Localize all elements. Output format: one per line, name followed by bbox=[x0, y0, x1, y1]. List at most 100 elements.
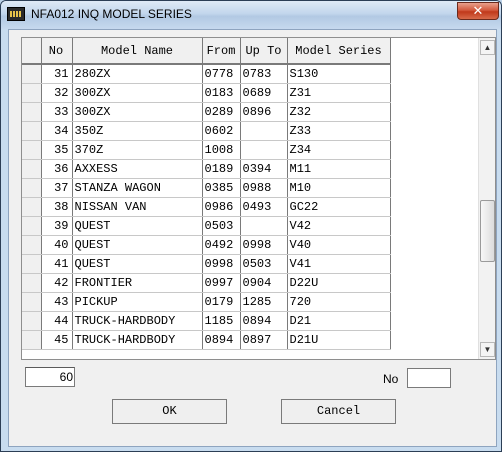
cell-no[interactable]: 32 bbox=[41, 83, 73, 103]
cell-model-name[interactable]: FRONTIER bbox=[72, 273, 203, 293]
ok-button[interactable]: OK bbox=[112, 399, 227, 424]
cell-from[interactable]: 0289 bbox=[202, 102, 241, 122]
table-row[interactable]: 45 TRUCK-HARDBODY 0894 0897 D21U bbox=[22, 330, 391, 350]
table-row[interactable]: 39 QUEST 0503 V42 bbox=[22, 216, 391, 236]
table-row[interactable]: 44 TRUCK-HARDBODY 1185 0894 D21 bbox=[22, 311, 391, 331]
row-selector[interactable] bbox=[22, 64, 42, 84]
row-selector[interactable] bbox=[22, 140, 42, 160]
row-selector[interactable] bbox=[22, 330, 42, 350]
cell-model-series[interactable]: Z34 bbox=[287, 140, 391, 160]
cell-from[interactable]: 0894 bbox=[202, 330, 241, 350]
row-selector[interactable] bbox=[22, 121, 42, 141]
cell-up-to[interactable] bbox=[240, 140, 288, 160]
no-input[interactable] bbox=[407, 368, 451, 388]
row-selector[interactable] bbox=[22, 235, 42, 255]
cell-no[interactable]: 31 bbox=[41, 64, 73, 84]
cell-up-to[interactable] bbox=[240, 216, 288, 236]
cell-from[interactable]: 0492 bbox=[202, 235, 241, 255]
cell-from[interactable]: 0183 bbox=[202, 83, 241, 103]
column-header-model-name[interactable]: Model Name bbox=[72, 38, 203, 65]
cancel-button[interactable]: Cancel bbox=[281, 399, 396, 424]
table-row[interactable]: 34 350Z 0602 Z33 bbox=[22, 121, 391, 141]
cell-from[interactable]: 1185 bbox=[202, 311, 241, 331]
cell-model-series[interactable]: Z31 bbox=[287, 83, 391, 103]
cell-no[interactable]: 45 bbox=[41, 330, 73, 350]
cell-model-name[interactable]: AXXESS bbox=[72, 159, 203, 179]
cell-no[interactable]: 41 bbox=[41, 254, 73, 274]
cell-no[interactable]: 37 bbox=[41, 178, 73, 198]
cell-model-name[interactable]: 280ZX bbox=[72, 64, 203, 84]
cell-model-name[interactable]: QUEST bbox=[72, 235, 203, 255]
cell-model-name[interactable]: 350Z bbox=[72, 121, 203, 141]
cell-model-series[interactable]: V41 bbox=[287, 254, 391, 274]
close-button[interactable]: ✕ bbox=[457, 2, 499, 20]
table-row[interactable]: 38 NISSAN VAN 0986 0493 GC22 bbox=[22, 197, 391, 217]
cell-from[interactable]: 0998 bbox=[202, 254, 241, 274]
cell-up-to[interactable]: 0493 bbox=[240, 197, 288, 217]
row-selector[interactable] bbox=[22, 159, 42, 179]
column-header-no[interactable]: No bbox=[41, 38, 73, 65]
cell-no[interactable]: 35 bbox=[41, 140, 73, 160]
scroll-down-arrow-icon[interactable]: ▼ bbox=[480, 342, 495, 357]
scroll-up-arrow-icon[interactable]: ▲ bbox=[480, 40, 495, 55]
cell-no[interactable]: 34 bbox=[41, 121, 73, 141]
cell-model-name[interactable]: QUEST bbox=[72, 216, 203, 236]
cell-model-name[interactable]: PICKUP bbox=[72, 292, 203, 312]
row-selector[interactable] bbox=[22, 83, 42, 103]
table-row[interactable]: 37 STANZA WAGON 0385 0988 M10 bbox=[22, 178, 391, 198]
cell-model-name[interactable]: 300ZX bbox=[72, 83, 203, 103]
scroll-thumb[interactable] bbox=[480, 200, 495, 262]
cell-model-series[interactable]: 720 bbox=[287, 292, 391, 312]
cell-model-name[interactable]: NISSAN VAN bbox=[72, 197, 203, 217]
cell-model-series[interactable]: M10 bbox=[287, 178, 391, 198]
cell-up-to[interactable]: 0783 bbox=[240, 64, 288, 84]
row-selector[interactable] bbox=[22, 292, 42, 312]
row-selector[interactable] bbox=[22, 273, 42, 293]
table-row[interactable]: 36 AXXESS 0189 0394 M11 bbox=[22, 159, 391, 179]
cell-up-to[interactable]: 0897 bbox=[240, 330, 288, 350]
title-bar[interactable]: NFA012 INQ MODEL SERIES ✕ bbox=[1, 1, 501, 29]
cell-up-to[interactable] bbox=[240, 121, 288, 141]
cell-from[interactable]: 0986 bbox=[202, 197, 241, 217]
cell-model-series[interactable]: D21 bbox=[287, 311, 391, 331]
row-selector[interactable] bbox=[22, 102, 42, 122]
row-selector[interactable] bbox=[22, 216, 42, 236]
cell-no[interactable]: 44 bbox=[41, 311, 73, 331]
cell-from[interactable]: 0602 bbox=[202, 121, 241, 141]
cell-no[interactable]: 43 bbox=[41, 292, 73, 312]
table-row[interactable]: 40 QUEST 0492 0998 V40 bbox=[22, 235, 391, 255]
cell-up-to[interactable]: 0689 bbox=[240, 83, 288, 103]
column-header-up-to[interactable]: Up To bbox=[240, 38, 288, 65]
cell-model-series[interactable]: V42 bbox=[287, 216, 391, 236]
column-header-model-series[interactable]: Model Series bbox=[287, 38, 391, 65]
table-row[interactable]: 42 FRONTIER 0997 0904 D22U bbox=[22, 273, 391, 293]
cell-model-name[interactable]: STANZA WAGON bbox=[72, 178, 203, 198]
cell-up-to[interactable]: 0904 bbox=[240, 273, 288, 293]
cell-no[interactable]: 42 bbox=[41, 273, 73, 293]
cell-model-name[interactable]: 370Z bbox=[72, 140, 203, 160]
cell-model-name[interactable]: TRUCK-HARDBODY bbox=[72, 330, 203, 350]
cell-model-series[interactable]: M11 bbox=[287, 159, 391, 179]
table-row[interactable]: 33 300ZX 0289 0896 Z32 bbox=[22, 102, 391, 122]
row-selector[interactable] bbox=[22, 197, 42, 217]
cell-model-name[interactable]: 300ZX bbox=[72, 102, 203, 122]
cell-model-series[interactable]: V40 bbox=[287, 235, 391, 255]
table-row[interactable]: 31 280ZX 0778 0783 S130 bbox=[22, 64, 391, 84]
row-selector[interactable] bbox=[22, 311, 42, 331]
cell-model-series[interactable]: S130 bbox=[287, 64, 391, 84]
table-row[interactable]: 35 370Z 1008 Z34 bbox=[22, 140, 391, 160]
cell-up-to[interactable]: 1285 bbox=[240, 292, 288, 312]
cell-up-to[interactable]: 0894 bbox=[240, 311, 288, 331]
cell-model-series[interactable]: D21U bbox=[287, 330, 391, 350]
row-selector[interactable] bbox=[22, 254, 42, 274]
cell-no[interactable]: 36 bbox=[41, 159, 73, 179]
cell-no[interactable]: 39 bbox=[41, 216, 73, 236]
cell-up-to[interactable]: 0896 bbox=[240, 102, 288, 122]
vertical-scrollbar[interactable]: ▲ ▼ bbox=[478, 38, 495, 359]
cell-no[interactable]: 38 bbox=[41, 197, 73, 217]
cell-from[interactable]: 0503 bbox=[202, 216, 241, 236]
cell-up-to[interactable]: 0394 bbox=[240, 159, 288, 179]
row-selector[interactable] bbox=[22, 178, 42, 198]
cell-model-series[interactable]: GC22 bbox=[287, 197, 391, 217]
cell-model-name[interactable]: TRUCK-HARDBODY bbox=[72, 311, 203, 331]
